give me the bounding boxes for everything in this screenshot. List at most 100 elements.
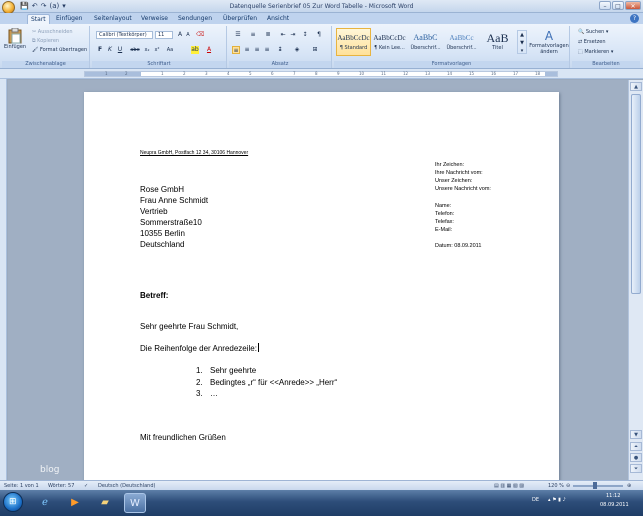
zoom-slider-knob[interactable] (593, 482, 597, 489)
group-label-clipboard: Zwischenablage (2, 61, 89, 68)
multilevel-list-icon[interactable]: ≣ (262, 31, 274, 39)
zoom-in-button[interactable]: ⊕ (627, 482, 631, 490)
tab-ansicht[interactable]: Ansicht (264, 14, 292, 24)
list-item: 3.… (196, 389, 218, 398)
close-button[interactable]: ✕ (625, 1, 641, 10)
scroll-up-button[interactable]: ▲ (630, 82, 642, 91)
sender-line: Neupra GmbH, Postfach 12 34, 30106 Hanno… (140, 150, 249, 156)
select-browse-object-button[interactable]: ● (630, 453, 642, 462)
language-indicator[interactable]: Deutsch (Deutschland) (98, 482, 155, 490)
zoom-slider[interactable] (573, 482, 623, 489)
italic-button[interactable]: K (106, 46, 114, 54)
tab-ueberpruefen[interactable]: Überprüfen (220, 14, 260, 24)
language-tray[interactable]: DE (532, 497, 539, 503)
style-standard[interactable]: AaBbCcDc ¶ Standard (336, 28, 371, 56)
highlight-icon[interactable]: ab (191, 46, 199, 54)
list-item: 2. Bedingtes „r“ für <<Anrede>> „Herr“ (196, 378, 338, 387)
vertical-scrollbar[interactable]: ▲ ▼ ⏶ ● ⏷ (628, 80, 643, 480)
select-button[interactable]: ⬚ Markieren ▾ (578, 49, 613, 56)
tab-verweise[interactable]: Verweise (138, 14, 171, 24)
page-indicator[interactable]: Seite: 1 von 1 (4, 482, 39, 490)
closing: Mit freundlichen Grüßen (140, 433, 226, 442)
font-size-select[interactable]: 11 (155, 31, 173, 39)
address-line: Sommerstraße10 (140, 218, 202, 227)
clear-format-icon[interactable]: ⌫ (196, 31, 204, 39)
internet-explorer-icon[interactable]: ℯ (34, 493, 56, 513)
tab-einfuegen[interactable]: Einfügen (53, 14, 85, 24)
shrink-font-button[interactable]: A (184, 31, 192, 39)
underline-button[interactable]: U (116, 46, 124, 54)
subject-line: Betreff: (140, 291, 169, 300)
format-painter-button[interactable]: 🖌 Format übertragen (32, 47, 87, 54)
view-buttons[interactable]: ▤ ▥ ▦ ▧ ▨ (494, 482, 524, 490)
proofing-icon[interactable]: ✓ (84, 482, 88, 490)
paste-label: Einfügen (4, 44, 27, 50)
help-icon[interactable]: ? (630, 14, 639, 23)
word-count[interactable]: Wörter: 57 (48, 482, 74, 490)
find-button[interactable]: 🔍 Suchen ▾ (578, 29, 608, 36)
info-block: Ihr Zeichen: Ihre Nachricht vom: Unser Z… (435, 162, 491, 192)
group-styles: AaBbCcDc ¶ Standard AaBbCcDc ¶ Kein Lee.… (334, 26, 570, 68)
blog-watermark: blog (40, 465, 60, 475)
line-spacing-icon[interactable]: ↨ (275, 46, 285, 54)
style-titel[interactable]: AaB Titel (480, 28, 515, 56)
styles-scroll-button[interactable]: ▲ ▼ ▾ (517, 30, 527, 54)
tray-icons[interactable]: ▴ ⚑ ▮ ♪ (548, 497, 566, 503)
horizontal-ruler[interactable]: 1 2 1 2 3 4 5 6 7 8 9 10 11 12 13 14 15 … (0, 69, 643, 79)
clock-date[interactable]: 08.09.2011 (600, 502, 629, 508)
start-button[interactable]: ⊞ (3, 492, 23, 512)
replace-button[interactable]: ⇄ Ersetzen (578, 39, 606, 46)
vertical-ruler[interactable] (0, 79, 7, 480)
group-paragraph: ☰ ≡ ≣ ⇤ ⇥ ↕ ¶ ≡ ≡ ≡ ≡ ↨ ◈ ⊞ Absatz (229, 26, 332, 68)
strikethrough-button[interactable]: abe (129, 46, 141, 54)
decrease-indent-icon[interactable]: ⇤ (279, 31, 287, 39)
change-styles-button[interactable]: A Formatvorlagen ändern (529, 29, 569, 55)
maximize-button[interactable]: □ (612, 1, 624, 10)
grow-font-button[interactable]: A (176, 31, 184, 39)
justify-icon[interactable]: ≡ (263, 46, 271, 54)
explorer-icon[interactable]: ▰ (94, 493, 116, 513)
increase-indent-icon[interactable]: ⇥ (289, 31, 297, 39)
bullets-icon[interactable]: ☰ (232, 31, 244, 39)
zoom-out-button[interactable]: ⊖ (566, 482, 570, 490)
tab-seitenlayout[interactable]: Seitenlayout (91, 14, 135, 24)
show-formatting-icon[interactable]: ¶ (315, 31, 323, 39)
media-player-icon[interactable]: ▶ (64, 493, 86, 513)
paste-button[interactable]: Einfügen (4, 28, 26, 60)
style-ueberschrift-2[interactable]: AaBbCc Überschrif... (444, 28, 479, 56)
word-taskbar-icon[interactable]: W (124, 493, 146, 513)
minimize-button[interactable]: – (599, 1, 611, 10)
change-case-button[interactable]: Aa (165, 46, 175, 54)
style-kein-leerraum[interactable]: AaBbCcDc ¶ Kein Lee... (372, 28, 407, 56)
align-right-icon[interactable]: ≡ (253, 46, 261, 54)
tab-sendungen[interactable]: Sendungen (175, 14, 215, 24)
numbering-icon[interactable]: ≡ (247, 31, 259, 39)
document-page[interactable]: Neupra GmbH, Postfach 12 34, 30106 Hanno… (84, 92, 559, 480)
brush-icon: 🖌 (32, 47, 40, 53)
contact-block: Name: Telefon: Telefax: E-Mail: (435, 203, 455, 233)
style-ueberschrift-1[interactable]: AaBbC Überschrif... (408, 28, 443, 56)
tab-start[interactable]: Start (27, 14, 50, 24)
salutation: Sehr geehrte Frau Schmidt, (140, 322, 239, 331)
scroll-down-button[interactable]: ▼ (630, 430, 642, 439)
cut-button[interactable]: ✂ Ausschneiden (32, 29, 73, 36)
binoculars-icon: 🔍 (578, 29, 586, 35)
copy-button[interactable]: ⧉ Kopieren (32, 38, 59, 45)
status-bar: Seite: 1 von 1 Wörter: 57 ✓ Deutsch (Deu… (0, 480, 643, 490)
letter-date: Datum: 08.09.2011 (435, 243, 482, 249)
font-name-select[interactable]: Calibri (Textkörper) (96, 31, 153, 39)
next-page-button[interactable]: ⏷ (630, 464, 642, 473)
clock-time[interactable]: 11:12 (606, 493, 620, 499)
zoom-level[interactable]: 120 % (548, 482, 564, 490)
prev-page-button[interactable]: ⏶ (630, 442, 642, 451)
bold-button[interactable]: F (96, 46, 104, 54)
subscript-button[interactable]: x₂ (143, 46, 151, 54)
shading-icon[interactable]: ◈ (291, 46, 303, 54)
sort-icon[interactable]: ↕ (301, 31, 309, 39)
superscript-button[interactable]: x² (153, 46, 161, 54)
font-color-icon[interactable]: A (205, 46, 213, 54)
align-left-icon[interactable]: ≡ (232, 46, 240, 54)
scroll-thumb[interactable] (631, 94, 641, 294)
borders-icon[interactable]: ⊞ (309, 46, 321, 54)
align-center-icon[interactable]: ≡ (243, 46, 251, 54)
